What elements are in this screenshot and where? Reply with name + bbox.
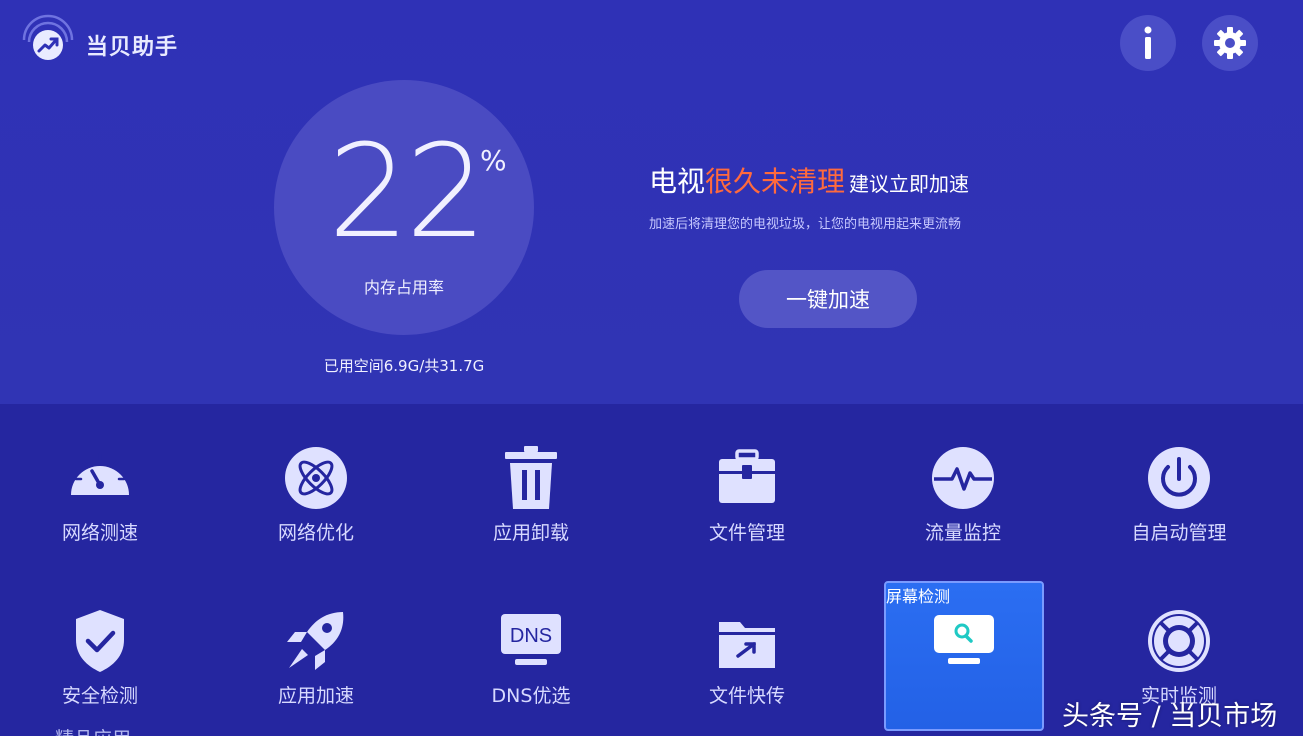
message-subtitle: 加速后将清理您的电视垃圾，让您的电视用起来更流畅 [649, 217, 962, 232]
tool-label: 屏幕检测 [886, 587, 951, 606]
tool-file-transfer[interactable]: 文件快传 [667, 404, 827, 707]
settings-button[interactable] [1202, 15, 1258, 71]
tool-app-boost[interactable]: 应用加速 [236, 404, 396, 707]
shield-check-icon [76, 610, 124, 672]
storage-usage: 已用空间6.9G/共31.7G [323, 357, 485, 375]
tool-label: 安全检测 [61, 685, 138, 707]
info-icon [1144, 26, 1152, 59]
tool-label: 应用加速 [277, 685, 354, 707]
info-button[interactable] [1120, 15, 1176, 71]
message-part-tv: 电视 [649, 165, 706, 198]
memory-usage-value: 22 [328, 118, 487, 267]
tool-traffic-monitor[interactable]: 流量监控 [883, 404, 1043, 554]
folder-send-icon [719, 622, 775, 668]
rocket-icon [287, 612, 344, 670]
lifebuoy-icon [1148, 610, 1210, 672]
message-suggestion: 建议立即加速 [849, 172, 970, 196]
tool-label: 流量监控 [924, 522, 1001, 544]
dns-monitor-icon: DNS [501, 614, 561, 665]
tool-realtime-monitor[interactable]: 实时监测 [1099, 404, 1259, 707]
cleanup-message: 电视很久未清理 建议立即加速 [649, 160, 969, 200]
gear-icon [1214, 27, 1246, 59]
partial-row-label[interactable]: 精品应用 [55, 724, 131, 736]
pulse-icon [932, 447, 994, 509]
app-logo-icon [18, 14, 78, 64]
tool-dns-select[interactable]: DNS DNS优选 [451, 404, 611, 707]
tool-screen-check[interactable]: 屏幕检测 [884, 581, 1044, 731]
dns-icon-text: DNS [510, 625, 552, 647]
message-warning: 很久未清理 [705, 165, 846, 198]
one-click-boost-button[interactable]: 一键加速 [739, 270, 917, 328]
app-name: 当贝助手 [86, 35, 179, 60]
memory-usage-label: 内存占用率 [363, 278, 444, 297]
memory-usage-unit: % [480, 144, 507, 177]
monitor-search-icon [934, 615, 994, 664]
tool-label: DNS优选 [491, 685, 571, 707]
top-panel [0, 0, 1303, 404]
tool-label: 文件快传 [708, 685, 785, 707]
tool-security-check[interactable]: 安全检测 [20, 404, 180, 707]
watermark: 头条号 / 当贝市场 [1062, 701, 1278, 732]
